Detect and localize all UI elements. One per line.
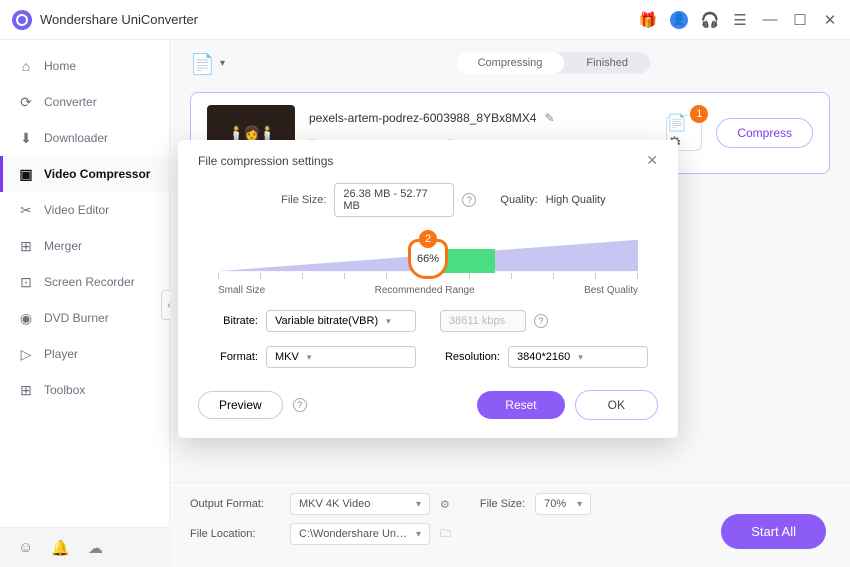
format-label: Format: [208,351,258,363]
settings-icon[interactable]: ⚙ [440,498,450,511]
slider-label-recommended: Recommended Range [375,285,475,296]
sidebar-item-downloader[interactable]: ⬇ Downloader [0,120,169,156]
file-size-label: File Size: [480,498,525,510]
step-badge-1: 1 [690,105,708,123]
slider-value: 66% [417,253,439,265]
tabs: Compressing Finished [456,52,650,74]
add-file-icon[interactable]: 📄 [190,52,212,74]
dialog-filesize-select[interactable]: 26.38 MB - 52.77 MB [334,183,454,217]
compression-settings-dialog: File compression settings ✕ File Size: 2… [178,140,678,438]
sidebar-item-toolbox[interactable]: ⊞ Toolbox [0,372,169,408]
download-icon: ⬇ [18,130,34,146]
merger-icon: ⊞ [18,238,34,254]
start-all-button[interactable]: Start All [721,514,826,549]
compress-button[interactable]: Compress [716,118,813,148]
scissors-icon: ✂ [18,202,34,218]
file-name: pexels-artem-podrez-6003988_8YBx8MX4 [309,111,536,125]
converter-icon: ⟳ [18,94,34,110]
tab-finished[interactable]: Finished [564,52,650,74]
sidebar-item-screen-recorder[interactable]: ⊡ Screen Recorder [0,264,169,300]
file-location-select[interactable]: C:\Wondershare UniConverter▾ [290,523,430,545]
chevron-down-icon: ▾ [416,529,421,540]
edit-name-icon[interactable]: ✎ [544,111,554,125]
tab-compressing[interactable]: Compressing [456,52,565,74]
sidebar-item-label: Downloader [44,131,108,145]
open-folder-icon[interactable]: 🗀 [440,525,451,544]
quality-value: High Quality [546,194,606,206]
sidebar-item-video-editor[interactable]: ✂ Video Editor [0,192,169,228]
sidebar-item-label: Home [44,59,76,73]
menu-icon[interactable]: ☰ [732,12,748,28]
user-avatar-icon[interactable]: 👤 [670,11,688,29]
help-icon[interactable]: ? [534,314,548,328]
toolbox-icon: ⊞ [18,382,34,398]
preview-button[interactable]: Preview [198,391,283,419]
sidebar-item-label: DVD Burner [44,311,109,325]
headset-icon[interactable]: 🎧 [702,12,718,28]
minimize-icon[interactable]: — [762,12,778,28]
sidebar-item-label: Video Editor [44,203,109,217]
cloud-icon[interactable]: ☁ [88,539,103,557]
dialog-title: File compression settings [198,154,333,168]
sidebar-item-dvd-burner[interactable]: ◉ DVD Burner [0,300,169,336]
app-logo [12,10,32,30]
feedback-icon[interactable]: ☺ [18,539,33,556]
sidebar-item-label: Toolbox [44,383,85,397]
footer: Output Format: MKV 4K Video▾ ⚙ File Size… [170,482,850,567]
file-location-label: File Location: [190,528,280,540]
slider-knob[interactable]: 2 66% [408,239,448,279]
bitrate-label: Bitrate: [208,315,258,327]
slider-label-small: Small Size [218,285,265,296]
recorder-icon: ⊡ [18,274,34,290]
output-format-select[interactable]: MKV 4K Video▾ [290,493,430,515]
chevron-down-icon[interactable]: ▾ [220,58,225,69]
dialog-filesize-label: File Size: [260,194,326,206]
sidebar-item-converter[interactable]: ⟳ Converter [0,84,169,120]
sidebar-item-label: Merger [44,239,82,253]
file-size-select[interactable]: 70%▾ [535,493,591,515]
quality-label: Quality: [500,194,537,206]
bitrate-select[interactable]: Variable bitrate(VBR)▾ [266,310,416,332]
chevron-down-icon: ▾ [386,316,391,327]
sidebar-item-home[interactable]: ⌂ Home [0,48,169,84]
sidebar-item-video-compressor[interactable]: ▣ Video Compressor [0,156,169,192]
play-icon: ▷ [18,346,34,362]
help-icon[interactable]: ? [462,193,476,207]
sidebar-item-player[interactable]: ▷ Player [0,336,169,372]
compressor-icon: ▣ [18,166,34,182]
dvd-icon: ◉ [18,310,34,326]
maximize-icon[interactable]: ☐ [792,12,808,28]
app-title: Wondershare UniConverter [40,12,198,27]
close-icon[interactable]: ✕ [822,12,838,28]
dialog-close-button[interactable]: ✕ [646,152,658,169]
sidebar-item-merger[interactable]: ⊞ Merger [0,228,169,264]
resolution-label: Resolution: [440,351,500,363]
bitrate-kbps-input: 38611 kbps [440,310,526,332]
sidebar-item-label: Screen Recorder [44,275,135,289]
notification-icon[interactable]: 🔔 [51,539,70,557]
chevron-down-icon: ▾ [578,352,583,363]
output-format-label: Output Format: [190,498,280,510]
step-badge-2: 2 [419,230,437,248]
chevron-down-icon: ▾ [416,499,421,510]
reset-button[interactable]: Reset [477,391,564,419]
help-icon[interactable]: ? [293,398,307,412]
format-select[interactable]: MKV▾ [266,346,416,368]
ok-button[interactable]: OK [575,390,658,420]
sidebar-item-label: Video Compressor [44,167,150,181]
sidebar-item-label: Converter [44,95,97,109]
gift-icon[interactable]: 🎁 [640,12,656,28]
chevron-down-icon: ▾ [307,352,312,363]
sidebar-item-label: Player [44,347,78,361]
chevron-down-icon: ▾ [577,499,582,510]
home-icon: ⌂ [18,58,34,74]
size-quality-slider[interactable]: 2 66% [218,231,638,281]
slider-label-best: Best Quality [584,285,638,296]
resolution-select[interactable]: 3840*2160▾ [508,346,648,368]
sidebar: ⌂ Home ⟳ Converter ⬇ Downloader ▣ Video Comp… [0,40,170,527]
titlebar: Wondershare UniConverter 🎁 👤 🎧 ☰ — ☐ ✕ [0,0,850,40]
